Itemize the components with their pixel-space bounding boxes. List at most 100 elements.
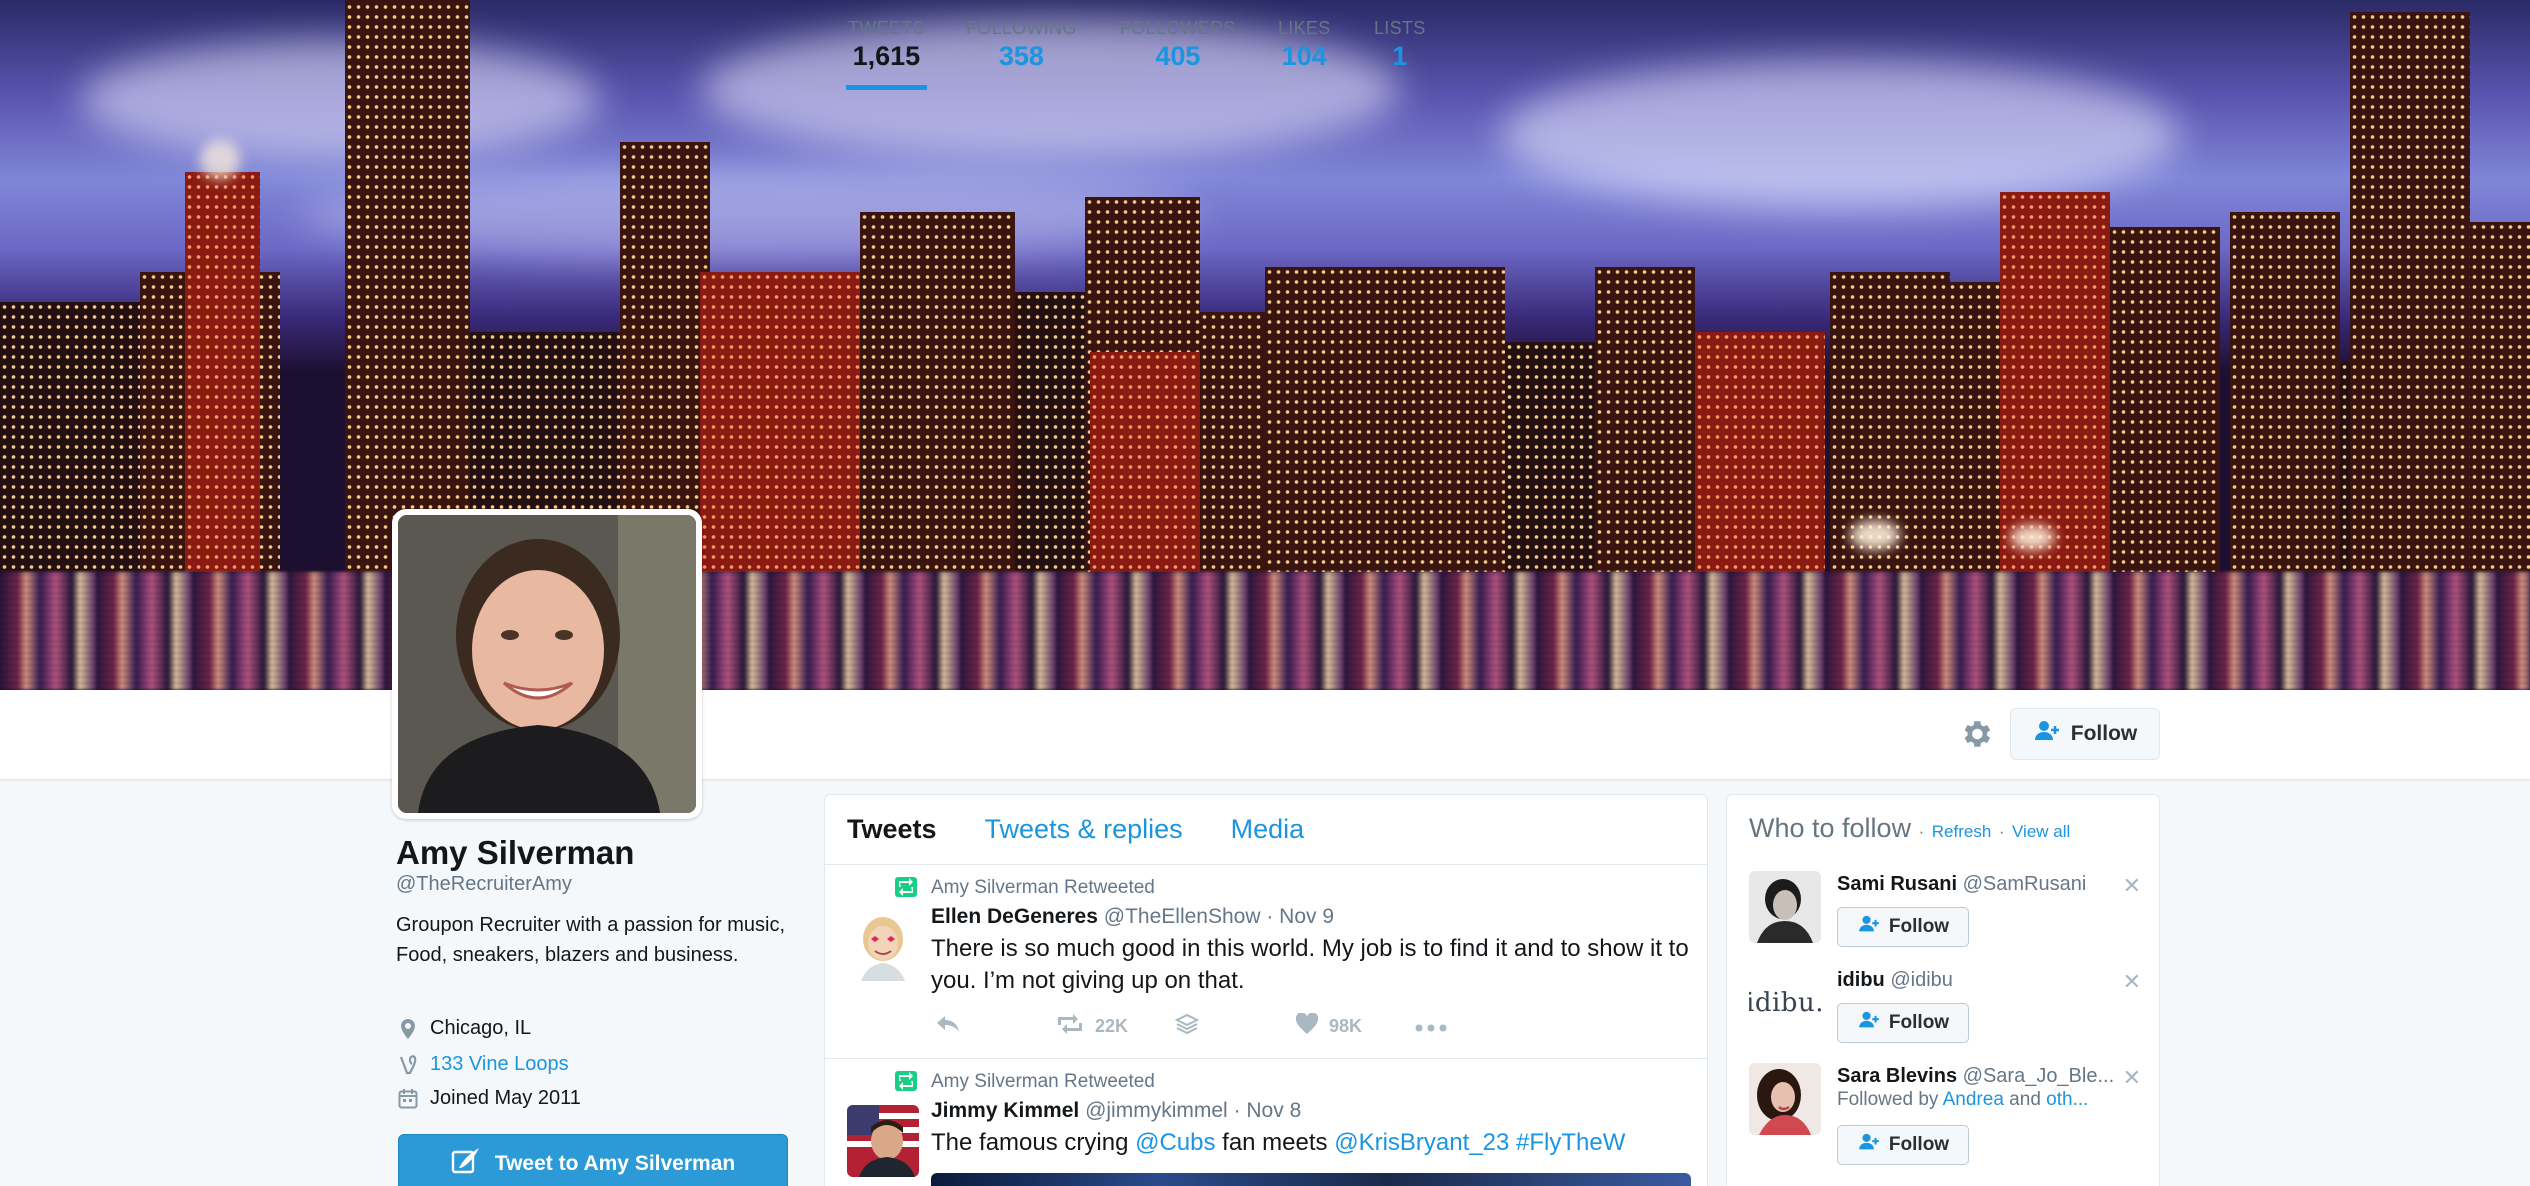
tweet-header: Ellen DeGeneres @TheEllenShow · Nov 9	[931, 905, 1334, 929]
separator-dot: ·	[1998, 822, 2005, 841]
mention-link[interactable]: @Cubs	[1135, 1129, 1215, 1156]
stat-value: 405	[1155, 41, 1201, 71]
joined-text: Joined May 2011	[430, 1087, 581, 1109]
retweet-button[interactable]: 22K	[1055, 1014, 1175, 1039]
person-plus-icon	[1857, 1133, 1881, 1157]
tweet-author-handle[interactable]: @TheEllenShow	[1104, 905, 1261, 928]
tab-media[interactable]: Media	[1231, 814, 1305, 845]
tweet-author-handle[interactable]: @jimmykimmel	[1085, 1099, 1228, 1122]
retweet-note[interactable]: Amy Silverman Retweeted	[931, 877, 1155, 899]
retweet-icon	[1055, 1014, 1085, 1039]
suggested-user-avatar[interactable]: idibu.	[1749, 967, 1821, 1039]
suggested-user-name[interactable]: idibu @idibu	[1837, 969, 1953, 992]
separator-dot: ·	[1918, 822, 1925, 841]
follow-user-button[interactable]: Follow	[1837, 1125, 1969, 1165]
close-icon[interactable]: ✕	[2123, 1065, 2141, 1091]
tweet-to-button[interactable]: Tweet to Amy Silverman	[398, 1134, 788, 1186]
view-all-link[interactable]: View all	[2012, 822, 2070, 841]
tweet-item[interactable]: Amy Silverman Retweeted Ellen DeGeneres …	[825, 865, 1707, 1059]
location-text: Chicago, IL	[430, 1017, 532, 1039]
profile-handle[interactable]: @TheRecruiterAmy	[396, 873, 572, 896]
user-handle: @SamRusani	[1962, 873, 2087, 895]
tab-tweets[interactable]: Tweets	[847, 814, 937, 845]
profile-banner	[0, 0, 2530, 690]
tweet-actions: 22K 98K	[935, 1012, 1447, 1040]
tab-tweets-replies[interactable]: Tweets & replies	[985, 814, 1183, 845]
mention-link[interactable]: @KrisBryant_23	[1334, 1129, 1509, 1156]
banner-cloud	[1500, 60, 2180, 210]
reply-button[interactable]	[935, 1014, 1055, 1039]
more-button[interactable]	[1415, 1016, 1447, 1037]
vine-link[interactable]: 133 Vine Loops	[430, 1053, 569, 1076]
tweet-item[interactable]: Amy Silverman Retweeted Jimmy Kimmel @ji…	[825, 1059, 1707, 1186]
tweet-author-name[interactable]: Jimmy Kimmel	[931, 1099, 1079, 1122]
stat-tweets[interactable]: TWEETS 1,615	[846, 18, 927, 90]
user-display-name: Sara Blevins	[1837, 1065, 1958, 1087]
stat-value: 1,615	[852, 41, 921, 71]
tweet-timestamp[interactable]: · Nov 9	[1266, 905, 1334, 928]
suggested-user-name[interactable]: Sami Rusani @SamRusani	[1837, 873, 2086, 896]
tweet-text-part: The famous crying	[931, 1129, 1136, 1156]
more-icon	[1415, 1016, 1447, 1037]
followed-by-note: Followed by Andrea and oth...	[1837, 1089, 2088, 1111]
profile-name[interactable]: Amy Silverman	[396, 834, 634, 872]
timeline: Tweets Tweets & replies Media Amy Silver…	[824, 794, 1708, 1186]
suggested-user: idibu. idibu @idibu ✕ Follow	[1749, 967, 2145, 1055]
stat-value: 1	[1392, 41, 1408, 71]
quill-icon	[451, 1146, 481, 1182]
user-display-name: Sami Rusani	[1837, 873, 1958, 895]
gear-icon[interactable]	[1958, 716, 1994, 752]
suggested-user-avatar[interactable]	[1749, 1063, 1821, 1135]
stat-value: 104	[1281, 41, 1327, 71]
stat-followers[interactable]: FOLLOWERS 405	[1118, 18, 1238, 90]
tweet-text-part	[1509, 1129, 1516, 1156]
follow-user-button[interactable]: Follow	[1837, 907, 1969, 947]
stat-label: FOLLOWERS	[1120, 18, 1236, 38]
follow-button[interactable]: Follow	[2010, 708, 2160, 760]
profile-avatar[interactable]	[392, 509, 702, 819]
person-plus-icon	[1857, 1011, 1881, 1035]
profile-location: Chicago, IL	[398, 1017, 531, 1040]
stat-following[interactable]: FOLLOWING 358	[964, 18, 1079, 90]
stat-label: FOLLOWING	[966, 18, 1077, 38]
followed-by-link[interactable]: Andrea	[1943, 1089, 2004, 1110]
suggested-user-avatar[interactable]	[1749, 871, 1821, 943]
close-icon[interactable]: ✕	[2123, 969, 2141, 995]
like-button[interactable]: 98K	[1295, 1012, 1415, 1040]
stat-lists[interactable]: LISTS 1	[1372, 18, 1428, 90]
followed-by-more-link[interactable]: oth...	[2046, 1089, 2088, 1110]
tweet-author-name[interactable]: Ellen DeGeneres	[931, 905, 1098, 928]
who-to-follow-panel: Who to follow · Refresh · View all Sami …	[1726, 794, 2160, 1186]
retweet-count: 22K	[1095, 1016, 1129, 1036]
stat-value: 358	[998, 41, 1044, 71]
hashtag-link[interactable]: #FlyTheW	[1516, 1129, 1625, 1156]
refresh-link[interactable]: Refresh	[1932, 822, 1992, 841]
heart-icon	[1295, 1012, 1319, 1040]
stat-label: LISTS	[1374, 18, 1426, 38]
follow-user-label: Follow	[1888, 1012, 1950, 1033]
followed-by-text: and	[2003, 1089, 2047, 1110]
person-plus-icon	[1857, 915, 1881, 939]
banner-water-reflection	[0, 572, 2530, 690]
tweet-author-avatar[interactable]	[847, 1105, 919, 1177]
tweet-media-preview[interactable]	[931, 1173, 1691, 1186]
retweet-icon	[895, 877, 917, 897]
reply-icon	[935, 1014, 961, 1039]
retweet-note[interactable]: Amy Silverman Retweeted	[931, 1071, 1155, 1093]
idibu-logo: idibu.	[1749, 988, 1821, 1018]
close-icon[interactable]: ✕	[2123, 873, 2141, 899]
tweet-text-part: fan meets	[1215, 1129, 1335, 1156]
tweet-timestamp[interactable]: · Nov 8	[1234, 1099, 1302, 1122]
stat-label: TWEETS	[848, 18, 925, 38]
tweet-text: The famous crying @Cubs fan meets @KrisB…	[931, 1127, 1691, 1159]
follow-user-button[interactable]: Follow	[1837, 1003, 1969, 1043]
stat-likes[interactable]: LIKES 104	[1276, 18, 1333, 90]
who-to-follow-header: Who to follow · Refresh · View all	[1749, 813, 2070, 844]
tweet-author-avatar[interactable]	[847, 909, 919, 981]
like-count: 98K	[1329, 1016, 1363, 1036]
vine-icon	[398, 1054, 418, 1076]
who-to-follow-title: Who to follow	[1749, 813, 1912, 843]
profile-joined: Joined May 2011	[398, 1087, 581, 1110]
moments-button[interactable]	[1174, 1013, 1295, 1040]
suggested-user-name[interactable]: Sara Blevins @Sara_Jo_Ble...	[1837, 1065, 2137, 1088]
